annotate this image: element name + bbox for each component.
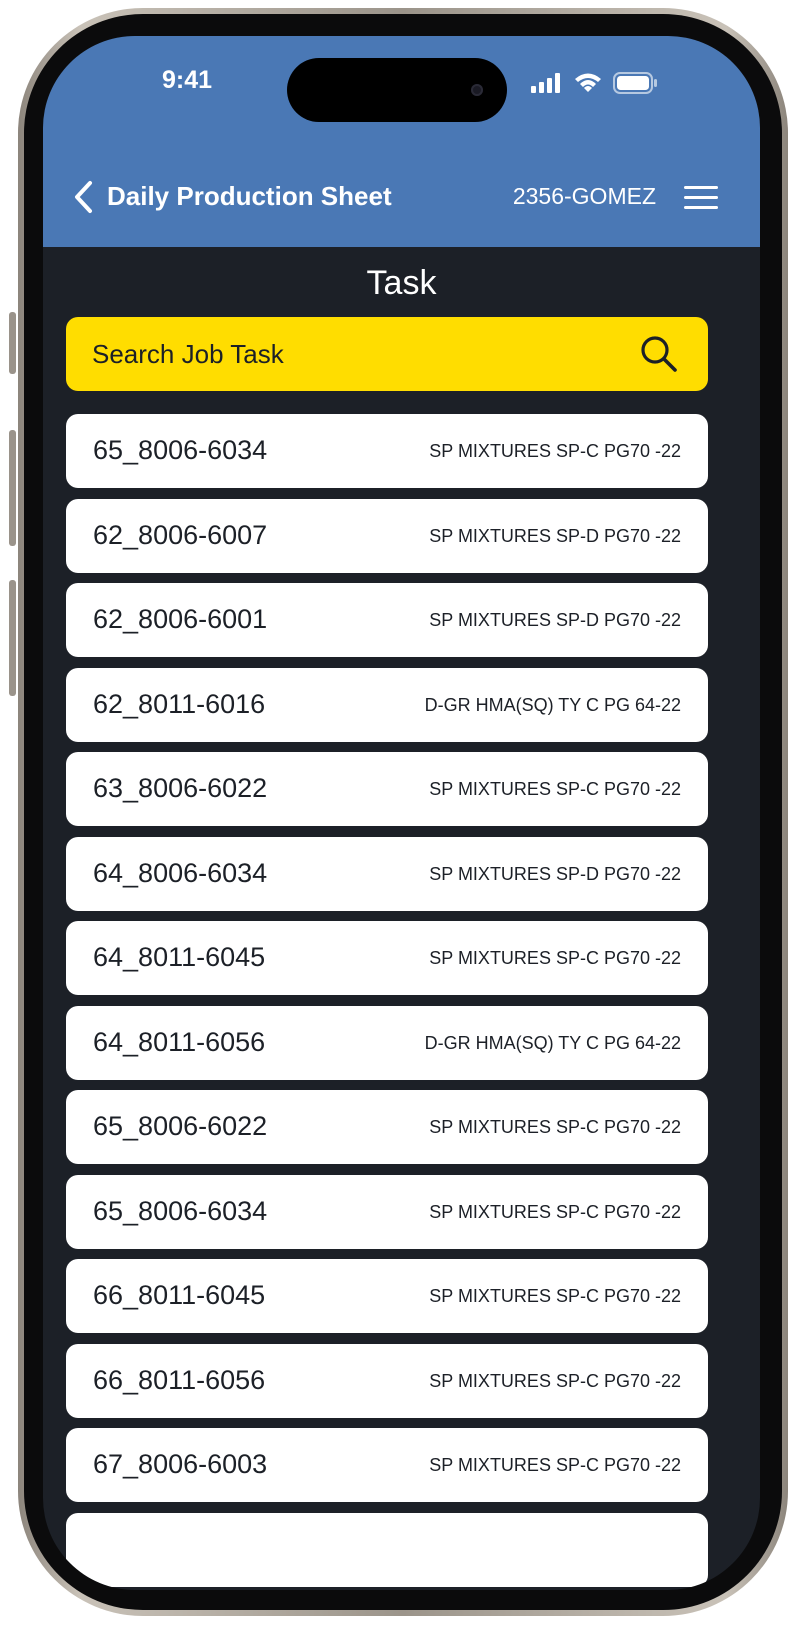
app-header: 9:41 Daily Production Sheet 2356-GOMEZ bbox=[43, 36, 760, 247]
task-item[interactable]: 66_8011-6045 SP MIXTURES SP-C PG70 -22 bbox=[66, 1259, 708, 1333]
page-title: Daily Production Sheet bbox=[107, 181, 392, 211]
task-code: 65_8006-6034 bbox=[93, 435, 268, 465]
task-description: SP MIXTURES SP-C PG70 -22 bbox=[429, 1286, 681, 1306]
task-code: 62_8006-6001 bbox=[93, 604, 268, 634]
task-code: 66_8011-6045 bbox=[93, 1280, 266, 1310]
task-description: SP MIXTURES SP-C PG70 -22 bbox=[429, 948, 681, 968]
task-description: SP MIXTURES SP-D PG70 -22 bbox=[429, 610, 681, 630]
task-code: 64_8011-6056 bbox=[93, 1026, 266, 1057]
task-code: 66_8011-6056 bbox=[93, 1364, 266, 1395]
task-description: SP MIXTURES SP-D PG70 -22 bbox=[429, 863, 681, 884]
chevron-left-icon bbox=[75, 181, 92, 213]
battery-icon bbox=[613, 72, 657, 94]
hamburger-menu-icon-line-3 bbox=[684, 205, 718, 209]
task-description: SP MIXTURES SP-C PG70 -22 bbox=[429, 1455, 681, 1475]
task-code: 62_8006-6007 bbox=[93, 519, 268, 550]
task-item[interactable]: 65_8006-6034 SP MIXTURES SP-C PG70 -22 bbox=[66, 1174, 708, 1249]
task-code: 67_8006-6003 bbox=[93, 1449, 268, 1479]
menu-button[interactable] bbox=[684, 179, 718, 215]
search-bar[interactable] bbox=[66, 317, 708, 391]
task-description: SP MIXTURES SP-C PG70 -22 bbox=[429, 1117, 681, 1137]
hamburger-menu-icon-line-1 bbox=[684, 185, 718, 189]
dynamic-island bbox=[287, 58, 507, 122]
cellular-signal-icon bbox=[531, 73, 560, 93]
camera-icon bbox=[471, 84, 483, 96]
mute-switch bbox=[9, 312, 16, 374]
search-icon[interactable] bbox=[640, 335, 678, 373]
task-item[interactable]: 65_8006-6034 SP MIXTURES SP-C PG70 -22 bbox=[66, 414, 708, 488]
volume-up-button bbox=[9, 430, 16, 546]
back-button[interactable] bbox=[67, 177, 99, 217]
volume-down-button bbox=[9, 580, 16, 696]
task-item[interactable]: 63_8006-6022 SP MIXTURES SP-C PG70 -22 bbox=[66, 752, 708, 826]
task-description: D-GR HMA(SQ) TY C PG 64-22 bbox=[424, 694, 681, 715]
task-item[interactable]: 66_8011-6056 SP MIXTURES SP-C PG70 -22 bbox=[66, 1343, 708, 1418]
task-code: 65_8006-6022 bbox=[93, 1111, 268, 1141]
task-item[interactable]: 64_8011-6045 SP MIXTURES SP-C PG70 -22 bbox=[66, 921, 708, 995]
task-code: 64_8006-6034 bbox=[93, 857, 268, 888]
job-code-label: 2356-GOMEZ bbox=[512, 183, 656, 209]
search-input[interactable] bbox=[92, 317, 612, 391]
task-description: SP MIXTURES SP-C PG70 -22 bbox=[429, 441, 681, 461]
task-description: D-GR HMA(SQ) TY C PG 64-22 bbox=[424, 1032, 681, 1053]
page: 9:41 Daily Production Sheet 2356-GOMEZ T… bbox=[0, 0, 803, 1625]
task-description: SP MIXTURES SP-C PG70 -22 bbox=[429, 1201, 681, 1222]
hamburger-menu-icon-line-2 bbox=[684, 195, 718, 199]
task-description: SP MIXTURES SP-C PG70 -22 bbox=[429, 1370, 681, 1391]
status-time: 9:41 bbox=[161, 66, 213, 94]
task-code: 65_8006-6034 bbox=[93, 1195, 268, 1226]
task-description: SP MIXTURES SP-C PG70 -22 bbox=[429, 779, 681, 799]
task-code: 62_8011-6016 bbox=[93, 688, 266, 719]
task-description: SP MIXTURES SP-D PG70 -22 bbox=[429, 525, 681, 546]
task-item[interactable]: 62_8006-6007 SP MIXTURES SP-D PG70 -22 bbox=[66, 498, 708, 573]
task-code: 64_8011-6045 bbox=[93, 942, 266, 972]
task-item[interactable]: 67_8006-6003 SP MIXTURES SP-C PG70 -22 bbox=[66, 1428, 708, 1502]
nav-bar: Daily Production Sheet 2356-GOMEZ bbox=[43, 177, 760, 217]
wifi-icon bbox=[575, 73, 601, 92]
section-title: Task bbox=[366, 264, 437, 302]
home-indicator bbox=[281, 1570, 521, 1576]
status-icons bbox=[531, 72, 657, 94]
task-item[interactable]: 62_8011-6016 D-GR HMA(SQ) TY C PG 64-22 bbox=[66, 667, 708, 742]
task-item[interactable]: 64_8011-6056 D-GR HMA(SQ) TY C PG 64-22 bbox=[66, 1005, 708, 1080]
task-item[interactable]: 65_8006-6022 SP MIXTURES SP-C PG70 -22 bbox=[66, 1090, 708, 1164]
app-screen: 9:41 Daily Production Sheet 2356-GOMEZ T… bbox=[43, 36, 760, 1590]
task-item[interactable]: 64_8006-6034 SP MIXTURES SP-D PG70 -22 bbox=[66, 836, 708, 911]
task-code: 63_8006-6022 bbox=[93, 773, 268, 803]
task-item[interactable]: 62_8006-6001 SP MIXTURES SP-D PG70 -22 bbox=[66, 583, 708, 657]
